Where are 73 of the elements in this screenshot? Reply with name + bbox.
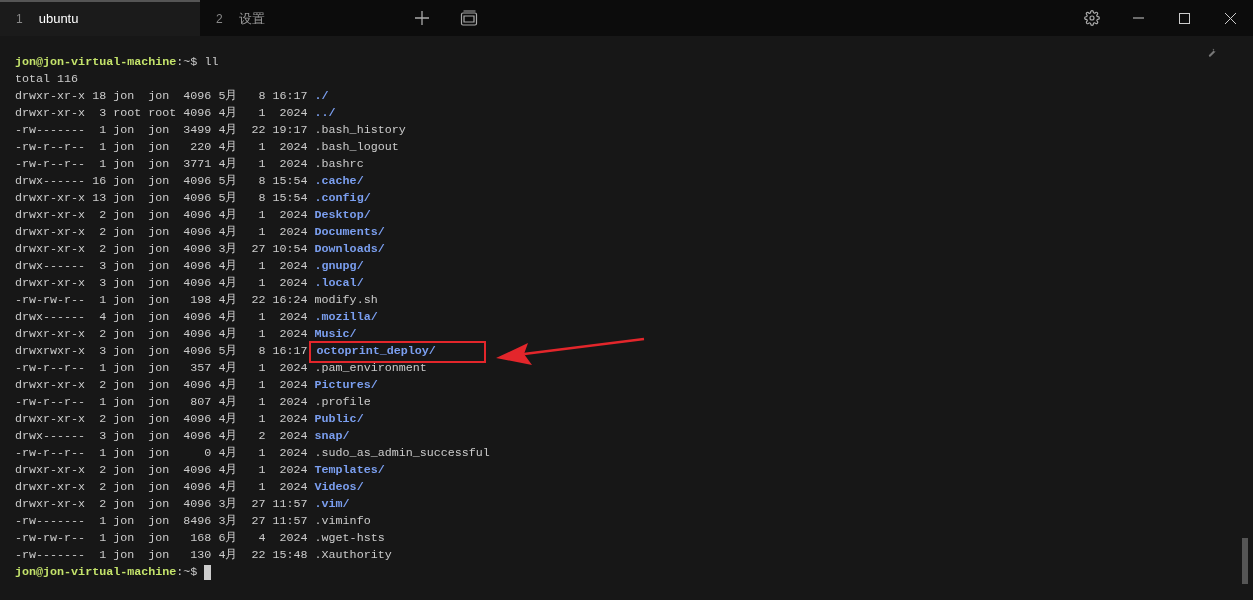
file-metadata: drwxr-xr-x 2 jon jon 4096 4月 1 2024 [15, 224, 308, 241]
file-metadata: drwxr-xr-x 3 root root 4096 4月 1 2024 [15, 105, 308, 122]
file-name: Documents/ [314, 224, 385, 241]
file-name: .gnupg/ [314, 258, 364, 275]
file-name: Public/ [314, 411, 364, 428]
total-line: total 116 [15, 71, 79, 88]
file-name: .vim/ [314, 496, 350, 513]
settings-icon [1084, 10, 1100, 26]
file-metadata: drwx------ 3 jon jon 4096 4月 1 2024 [15, 258, 308, 275]
file-name: .cache/ [314, 173, 364, 190]
close-icon [1224, 12, 1236, 24]
file-name: .profile [314, 394, 371, 411]
file-metadata: drwxr-xr-x 2 jon jon 4096 3月 27 11:57 [15, 496, 308, 513]
file-name: .wget-hsts [314, 530, 385, 547]
file-metadata: -rw-r--r-- 1 jon jon 357 4月 1 2024 [15, 360, 308, 377]
file-name: .bash_logout [314, 139, 399, 156]
command-text: ll [204, 54, 219, 71]
file-name: .viminfo [314, 513, 371, 530]
terminal-tab[interactable]: 2 设置 [200, 0, 400, 36]
file-name: .Xauthority [314, 547, 392, 564]
text-cursor [204, 565, 212, 580]
file-metadata: -rw------- 1 jon jon 3499 4月 22 19:17 [15, 122, 308, 139]
prompt-path: :~ [176, 54, 191, 71]
file-metadata: -rw-rw-r-- 1 jon jon 168 6月 4 2024 [15, 530, 308, 547]
plus-icon [415, 11, 429, 25]
file-name: .pam_environment [314, 360, 427, 377]
file-metadata: drwxrwxr-x 3 jon jon 4096 5月 8 16:17 [15, 343, 308, 360]
maximize-icon [1178, 12, 1190, 24]
file-metadata: drwxr-xr-x 3 jon jon 4096 4月 1 2024 [15, 275, 308, 292]
file-metadata: -rw-r--r-- 1 jon jon 220 4月 1 2024 [15, 139, 308, 156]
file-metadata: drwxr-xr-x 2 jon jon 4096 4月 1 2024 [15, 479, 308, 496]
file-metadata: -rw-r--r-- 1 jon jon 0 4月 1 2024 [15, 445, 308, 462]
file-metadata: drwxr-xr-x 18 jon jon 4096 5月 8 16:17 [15, 88, 308, 105]
file-name: Videos/ [314, 479, 364, 496]
terminal-tab[interactable]: 1 ubuntu [0, 0, 200, 36]
prompt-symbol: $ [190, 54, 198, 71]
file-name: octoprint_deploy/ [308, 340, 486, 363]
file-name: Desktop/ [314, 207, 371, 224]
file-name: snap/ [314, 428, 350, 445]
file-metadata: -rw------- 1 jon jon 8496 3月 27 11:57 [15, 513, 308, 530]
file-metadata: drwx------ 3 jon jon 4096 4月 2 2024 [15, 428, 308, 445]
file-name: .sudo_as_admin_successful [314, 445, 490, 462]
file-name: .mozilla/ [314, 309, 378, 326]
file-name: ../ [314, 105, 336, 122]
file-metadata: -rw-rw-r-- 1 jon jon 198 4月 22 16:24 [15, 292, 308, 309]
file-metadata: drwxr-xr-x 2 jon jon 4096 4月 1 2024 [15, 377, 308, 394]
file-metadata: -rw------- 1 jon jon 130 4月 22 15:48 [15, 547, 308, 564]
file-metadata: -rw-r--r-- 1 jon jon 807 4月 1 2024 [15, 394, 308, 411]
file-metadata: drwxr-xr-x 13 jon jon 4096 5月 8 15:54 [15, 190, 308, 207]
file-name: Downloads/ [314, 241, 385, 258]
file-metadata: drwxr-xr-x 2 jon jon 4096 4月 1 2024 [15, 207, 308, 224]
file-metadata: drwx------ 4 jon jon 4096 4月 1 2024 [15, 309, 308, 326]
minimize-icon [1132, 17, 1144, 19]
prompt-symbol: $ [190, 564, 198, 581]
file-name: .config/ [314, 190, 371, 207]
prompt-user-host: jon@jon-virtual-machine [15, 54, 177, 71]
windows-icon [460, 10, 478, 26]
file-name: ./ [314, 88, 329, 105]
file-name: .bash_history [314, 122, 406, 139]
file-metadata: drwxr-xr-x 2 jon jon 4096 4月 1 2024 [15, 462, 308, 479]
file-name: .bashrc [314, 156, 364, 173]
file-name: .local/ [314, 275, 364, 292]
file-metadata: -rw-r--r-- 1 jon jon 3771 4月 1 2024 [15, 156, 308, 173]
file-name: Pictures/ [314, 377, 378, 394]
file-metadata: drwxr-xr-x 2 jon jon 4096 3月 27 10:54 [15, 241, 308, 258]
file-metadata: drwx------ 16 jon jon 4096 5月 8 15:54 [15, 173, 308, 190]
prompt-user-host: jon@jon-virtual-machine [15, 564, 177, 581]
prompt-path: :~ [176, 564, 191, 581]
file-name: Music/ [314, 326, 357, 343]
file-name: Templates/ [314, 462, 385, 479]
file-metadata: drwxr-xr-x 2 jon jon 4096 4月 1 2024 [15, 326, 308, 343]
file-name: modify.sh [314, 292, 378, 309]
file-metadata: drwxr-xr-x 2 jon jon 4096 4月 1 2024 [15, 411, 308, 428]
